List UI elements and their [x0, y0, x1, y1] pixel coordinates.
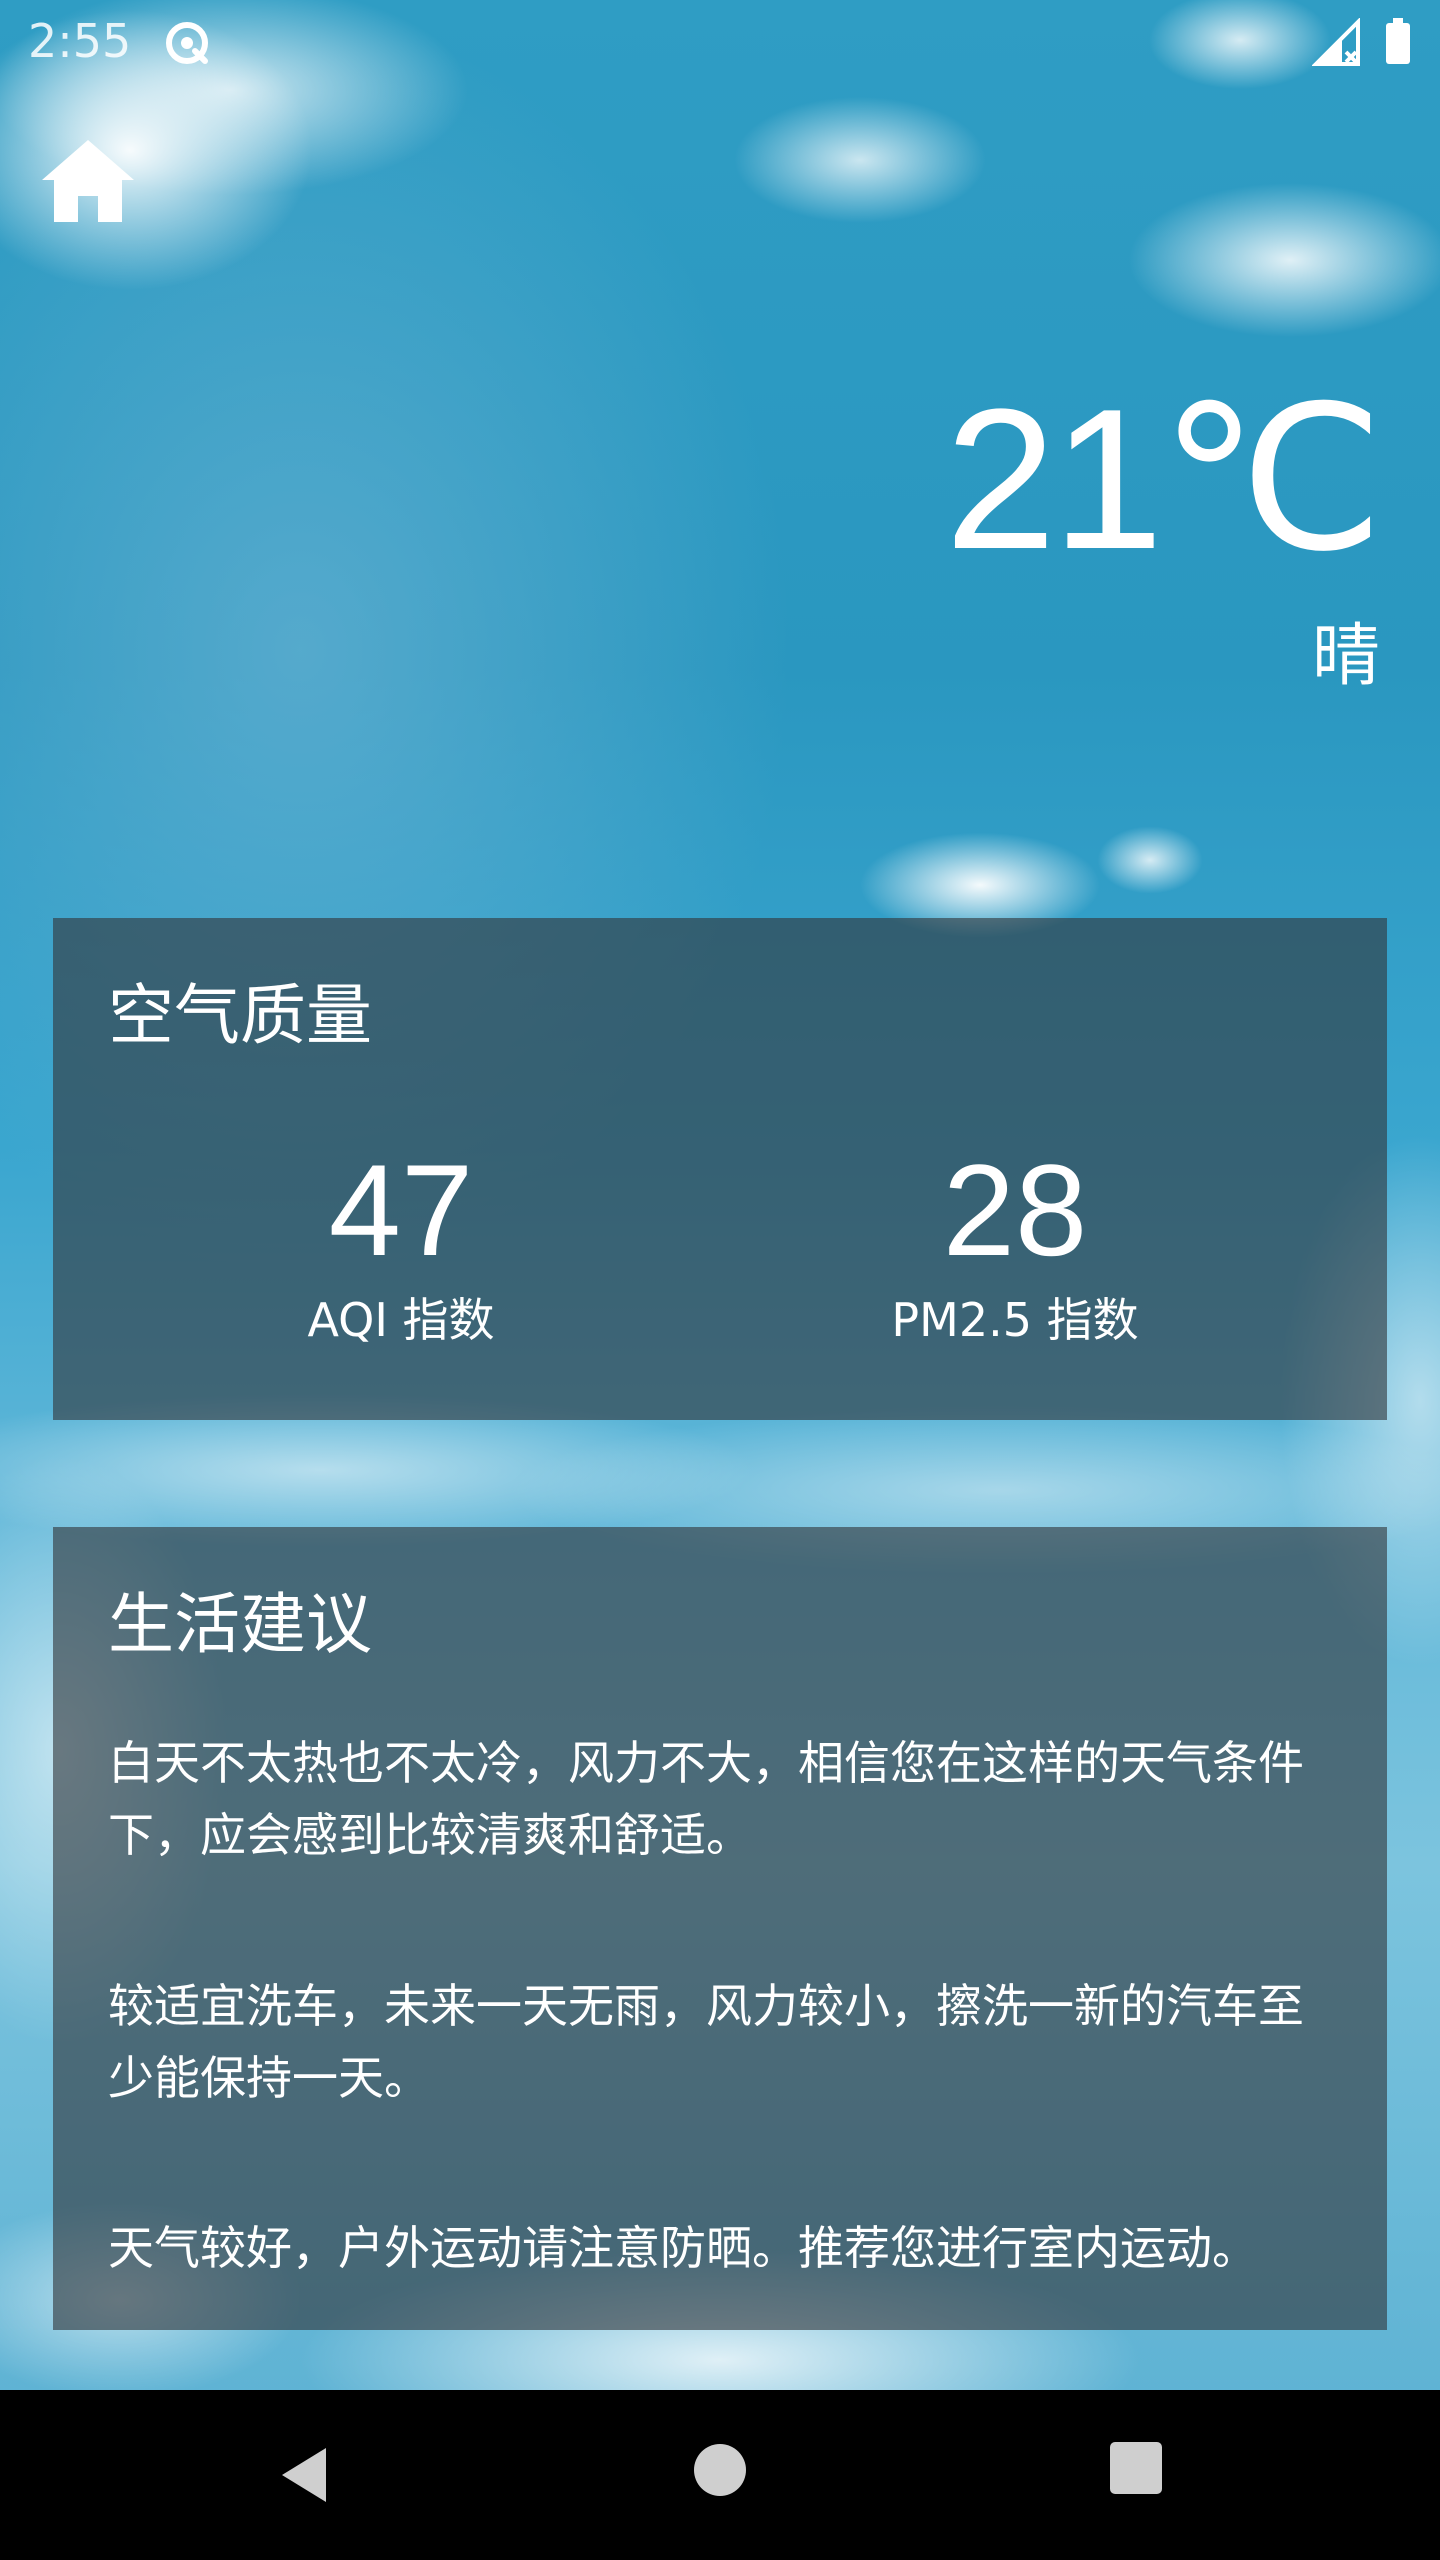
battery-icon — [1386, 18, 1410, 64]
air-quality-title: 空气质量 — [108, 977, 372, 1054]
status-time: 2:55 — [28, 14, 132, 68]
air-quality-card: 空气质量 47 AQI 指数 28 PM2.5 指数 — [53, 918, 1387, 1420]
temperature-text: 21℃ — [944, 368, 1384, 591]
aqi-value: 47 — [328, 1137, 474, 1283]
navigation-bar — [0, 2390, 1440, 2560]
comfort-suggestion: 白天不太热也不太冷，风力不大，相信您在这样的天气条件下，应会感到比较清爽和舒适。 — [108, 1736, 1304, 1862]
aqi-metric: 47 AQI 指数 — [121, 1140, 681, 1348]
status-bar: 2:55 — [0, 0, 1440, 84]
signal-no-data-icon — [1312, 18, 1360, 66]
sync-icon — [166, 22, 208, 64]
aqi-label: AQI 指数 — [307, 1293, 495, 1347]
sport-suggestion: 天气较好，户外运动请注意防晒。推荐您进行室内运动。 — [108, 2221, 1258, 2275]
pm25-value: 28 — [942, 1137, 1088, 1283]
life-suggestion-title: 生活建议 — [108, 1586, 372, 1663]
pm25-label: PM2.5 指数 — [891, 1293, 1139, 1347]
home-icon[interactable] — [40, 136, 136, 226]
pm25-metric: 28 PM2.5 指数 — [735, 1140, 1295, 1348]
nav-home-icon[interactable] — [690, 2440, 750, 2500]
car-wash-suggestion: 较适宜洗车，未来一天无雨，风力较小，擦洗一新的汽车至少能保持一天。 — [108, 1979, 1304, 2105]
weather-condition-text: 晴 — [1311, 617, 1380, 696]
life-suggestion-card: 生活建议 白天不太热也不太冷，风力不大，相信您在这样的天气条件下，应会感到比较清… — [53, 1527, 1387, 2330]
back-icon[interactable] — [270, 2440, 340, 2510]
recents-icon[interactable] — [1108, 2440, 1164, 2496]
